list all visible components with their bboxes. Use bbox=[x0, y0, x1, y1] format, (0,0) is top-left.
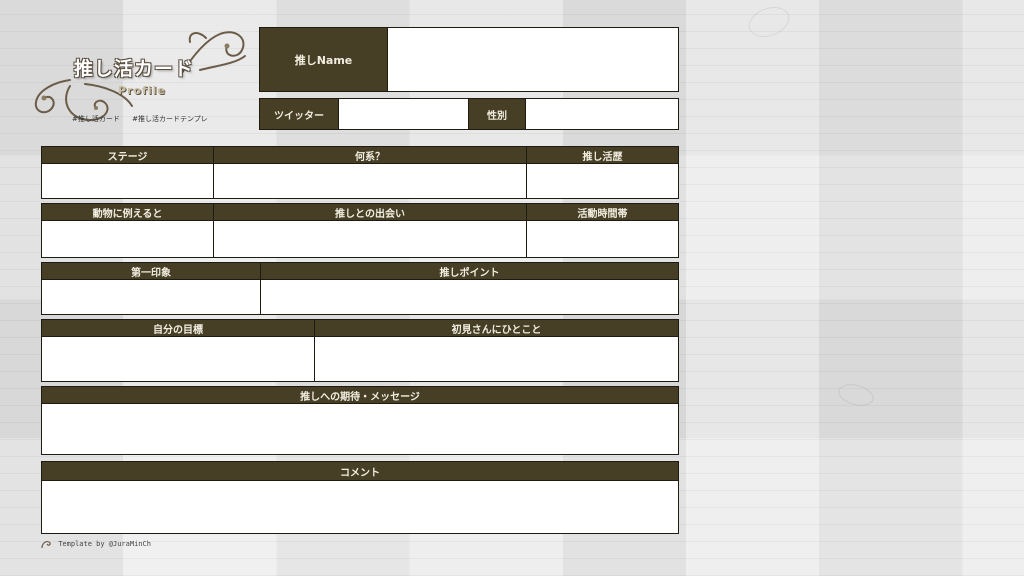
active-time-field[interactable] bbox=[526, 220, 679, 258]
meeting-label: 推しとの出会い bbox=[213, 203, 527, 221]
wood-knot-decoration bbox=[836, 380, 876, 410]
hashtag: #推し活カードテンプレ bbox=[132, 115, 208, 123]
template-credit: Template by @JuraMinCh bbox=[40, 538, 151, 550]
wood-knot-decoration bbox=[744, 1, 794, 43]
history-label: 推し活歴 bbox=[526, 146, 679, 164]
card-subtitle: Profile bbox=[118, 84, 166, 97]
first-impression-label: 第一印象 bbox=[41, 262, 261, 280]
twitter-label: ツイッター bbox=[259, 98, 339, 130]
comment-label: コメント bbox=[41, 461, 679, 481]
gender-label: 性別 bbox=[468, 98, 526, 130]
message-field[interactable] bbox=[41, 403, 679, 455]
name-label: 推しName bbox=[259, 27, 388, 92]
greeting-field[interactable] bbox=[314, 336, 679, 382]
animal-field[interactable] bbox=[41, 220, 214, 258]
flourish-icon bbox=[41, 541, 51, 549]
stage-label: ステージ bbox=[41, 146, 214, 164]
goal-field[interactable] bbox=[41, 336, 315, 382]
stage-field[interactable] bbox=[41, 163, 214, 199]
type-field[interactable] bbox=[213, 163, 527, 199]
first-impression-field[interactable] bbox=[41, 279, 261, 315]
twitter-field[interactable] bbox=[338, 98, 469, 130]
greeting-label: 初見さんにひとこと bbox=[314, 319, 679, 337]
comment-field[interactable] bbox=[41, 480, 679, 534]
gender-field[interactable] bbox=[525, 98, 679, 130]
active-time-label: 活動時間帯 bbox=[526, 203, 679, 221]
card-title: 推し活カード bbox=[74, 58, 195, 80]
hashtag: #推し活カード bbox=[72, 115, 120, 123]
goal-label: 自分の目標 bbox=[41, 319, 315, 337]
animal-label: 動物に例えると bbox=[41, 203, 214, 221]
oshi-point-label: 推しポイント bbox=[260, 262, 679, 280]
history-field[interactable] bbox=[526, 163, 679, 199]
type-label: 何系？ bbox=[213, 146, 527, 164]
message-label: 推しへの期待・メッセージ bbox=[41, 386, 679, 404]
credit-text: Template by @JuraMinCh bbox=[58, 540, 151, 548]
oshi-point-field[interactable] bbox=[260, 279, 679, 315]
meeting-field[interactable] bbox=[213, 220, 527, 258]
name-field[interactable] bbox=[387, 27, 679, 92]
hashtags: #推し活カード #推し活カードテンプレ bbox=[72, 114, 218, 124]
